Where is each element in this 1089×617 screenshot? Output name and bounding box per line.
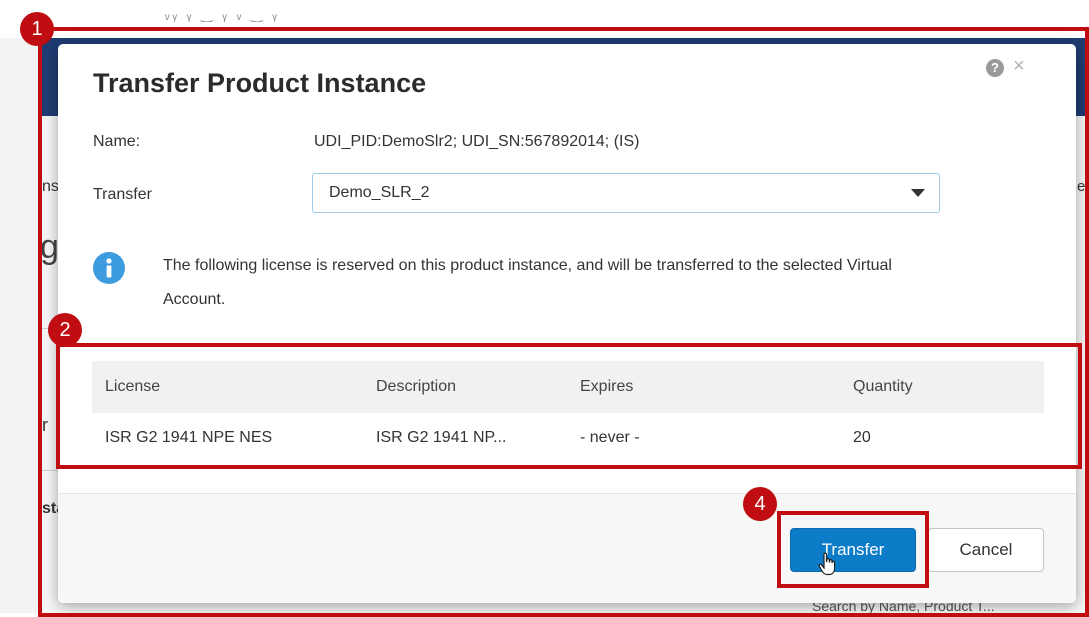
annotation-badge-1: 1	[20, 12, 54, 46]
annotation-badge-2: 2	[48, 313, 82, 347]
annotation-frame-2	[56, 343, 1082, 469]
background-scribble: ᵥᵧ ᵧ ‿ ᵧ ᵥ ‿ ᵧ	[165, 6, 280, 22]
annotation-frame-1	[38, 27, 1089, 617]
annotation-frame-4	[777, 511, 929, 588]
annotation-badge-4: 4	[743, 487, 777, 521]
